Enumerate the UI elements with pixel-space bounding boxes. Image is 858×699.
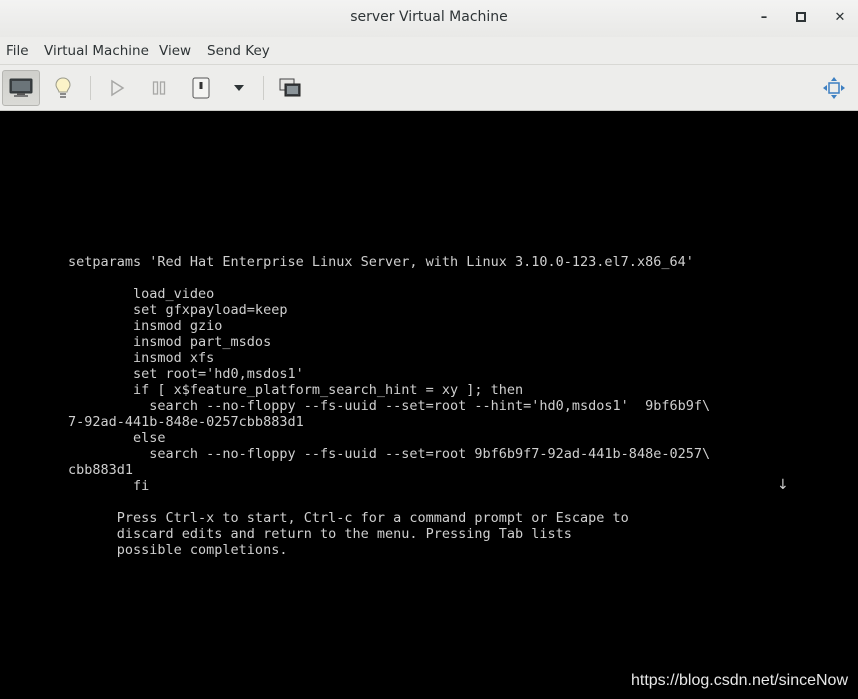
pause-icon	[152, 81, 166, 95]
grub-setparams-line: setparams 'Red Hat Enterprise Linux Serv…	[68, 254, 694, 270]
grub-line: insmod xfs	[68, 350, 215, 366]
close-button[interactable]: ✕	[830, 8, 850, 28]
menu-bar: File Virtual Machine View Send Key	[0, 37, 858, 65]
grub-help-line: possible completions.	[68, 542, 288, 558]
run-button[interactable]	[98, 70, 136, 106]
lightbulb-icon	[55, 77, 71, 98]
maximize-button[interactable]	[791, 8, 811, 28]
shutdown-menu-button[interactable]	[222, 70, 256, 106]
grub-line: insmod part_msdos	[68, 334, 272, 350]
grub-line: fi	[68, 478, 150, 494]
grub-line: if [ x$feature_platform_search_hint = xy…	[68, 382, 524, 398]
grub-help-line: discard edits and return to the menu. Pr…	[68, 526, 572, 542]
monitor-icon	[9, 78, 33, 97]
maximize-icon	[796, 12, 806, 22]
vm-console-display[interactable]: setparams 'Red Hat Enterprise Linux Serv…	[0, 111, 858, 699]
menu-send-key[interactable]: Send Key	[207, 43, 270, 59]
grub-line: load_video	[68, 286, 215, 302]
grub-line: set gfxpayload=keep	[68, 302, 288, 318]
window-title: server Virtual Machine	[350, 9, 508, 25]
show-details-button[interactable]	[44, 70, 82, 106]
grub-line: cbb883d1	[68, 462, 134, 478]
menu-virtual-machine[interactable]: Virtual Machine	[44, 43, 149, 59]
watermark: https://blog.csdn.net/sinceNow	[630, 672, 848, 689]
resize-arrows-icon	[823, 77, 845, 99]
grub-line: set root='hd0,msdos1'	[68, 366, 304, 382]
snapshots-button[interactable]	[271, 70, 309, 106]
menu-view[interactable]: View	[159, 43, 191, 59]
toolbar-separator	[90, 76, 91, 100]
grub-line: search --no-floppy --fs-uuid --set=root …	[68, 398, 711, 414]
pause-button[interactable]	[140, 70, 178, 106]
play-icon	[111, 79, 125, 97]
minimize-button[interactable]: –	[754, 8, 774, 28]
scroll-down-indicator: ↓	[777, 477, 789, 493]
toolbar-separator	[263, 76, 264, 100]
vm-window: server Virtual Machine – ✕ File Virtual …	[0, 0, 858, 699]
grub-line: search --no-floppy --fs-uuid --set=root …	[68, 446, 711, 462]
show-console-button[interactable]	[2, 70, 40, 106]
grub-help-line: Press Ctrl-x to start, Ctrl-c for a comm…	[68, 510, 629, 526]
grub-line: else	[68, 430, 166, 446]
menu-file[interactable]: File	[6, 43, 29, 59]
chevron-down-icon	[234, 85, 244, 91]
grub-line: insmod gzio	[68, 318, 223, 334]
shutdown-button[interactable]	[182, 70, 220, 106]
power-icon	[192, 77, 210, 99]
title-bar[interactable]: server Virtual Machine – ✕	[0, 0, 858, 37]
grub-line: 7-92ad-441b-848e-0257cbb883d1	[68, 414, 304, 430]
fullscreen-button[interactable]	[815, 70, 853, 106]
toolbar	[0, 65, 858, 111]
snapshots-icon	[279, 78, 301, 97]
